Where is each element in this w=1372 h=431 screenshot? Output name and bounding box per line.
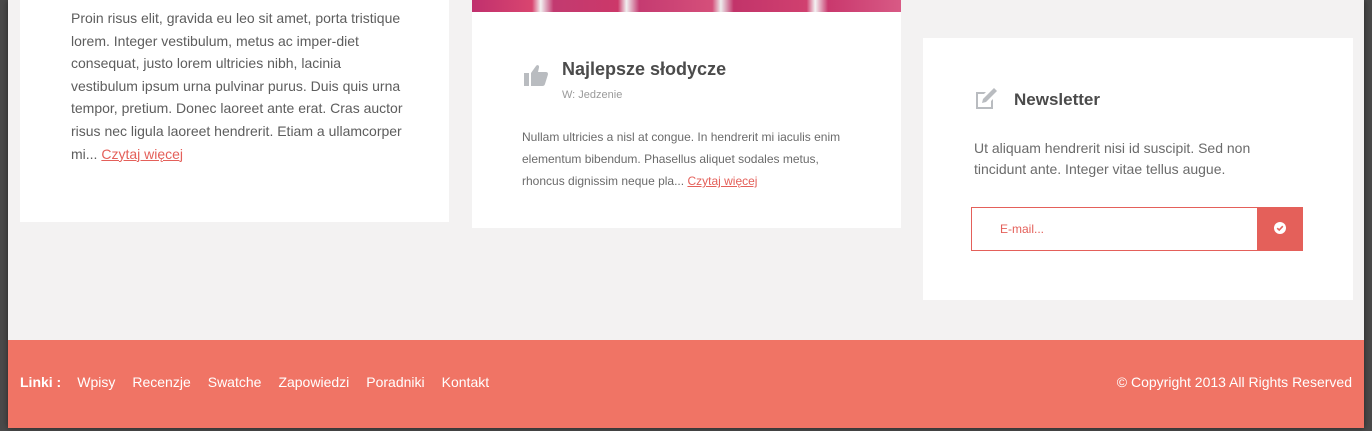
newsletter-title: Newsletter: [1014, 90, 1100, 109]
read-more-link[interactable]: Czytaj więcej: [687, 174, 757, 188]
footer-link-wpisy[interactable]: Wpisy: [77, 374, 115, 390]
newsletter-description: Ut aliquam hendrerit nisi id suscipit. S…: [974, 140, 1251, 177]
footer-links-label: Linki :: [20, 374, 62, 390]
footer-link-kontakt[interactable]: Kontakt: [442, 374, 489, 390]
read-more-link[interactable]: Czytaj więcej: [101, 146, 183, 162]
post-title[interactable]: Najlepsze słodycze: [562, 59, 726, 80]
footer-link-zapowiedzi[interactable]: Zapowiedzi: [278, 374, 349, 390]
newsletter-form: [971, 207, 1303, 251]
post-category: W: Jedzenie: [562, 89, 623, 101]
footer-link-recenzje[interactable]: Recenzje: [132, 374, 190, 390]
post-card-middle: Najlepsze słodycze W: Jedzenie Nullam ul…: [472, 0, 901, 228]
check-circle-icon: [1273, 221, 1286, 237]
post-card-left: Proin risus elit, gravida eu leo sit ame…: [20, 0, 449, 222]
thumbs-up-icon: [523, 62, 549, 88]
post-excerpt: Nullam ultricies a nisl at congue. In he…: [522, 126, 842, 192]
footer: Linki : Wpisy Recenzje Swatche Zapowiedz…: [8, 340, 1364, 428]
footer-link-poradniki[interactable]: Poradniki: [366, 374, 424, 390]
page: Proin risus elit, gravida eu leo sit ame…: [8, 0, 1364, 428]
post-excerpt-text: Proin risus elit, gravida eu leo sit ame…: [71, 10, 403, 162]
copyright-text: © Copyright 2013 All Rights Reserved: [1116, 374, 1352, 390]
newsletter-widget: Newsletter Ut aliquam hendrerit nisi id …: [923, 38, 1353, 300]
post-excerpt: Proin risus elit, gravida eu leo sit ame…: [71, 7, 411, 165]
footer-nav: Linki : Wpisy Recenzje Swatche Zapowiedz…: [20, 374, 506, 390]
email-input[interactable]: [972, 208, 1258, 250]
footer-link-swatche[interactable]: Swatche: [208, 374, 262, 390]
post-excerpt-text: Nullam ultricies a nisl at congue. In he…: [522, 130, 841, 188]
subscribe-button[interactable]: [1257, 208, 1302, 250]
pencil-icon: [973, 86, 999, 112]
post-image[interactable]: [472, 0, 901, 12]
